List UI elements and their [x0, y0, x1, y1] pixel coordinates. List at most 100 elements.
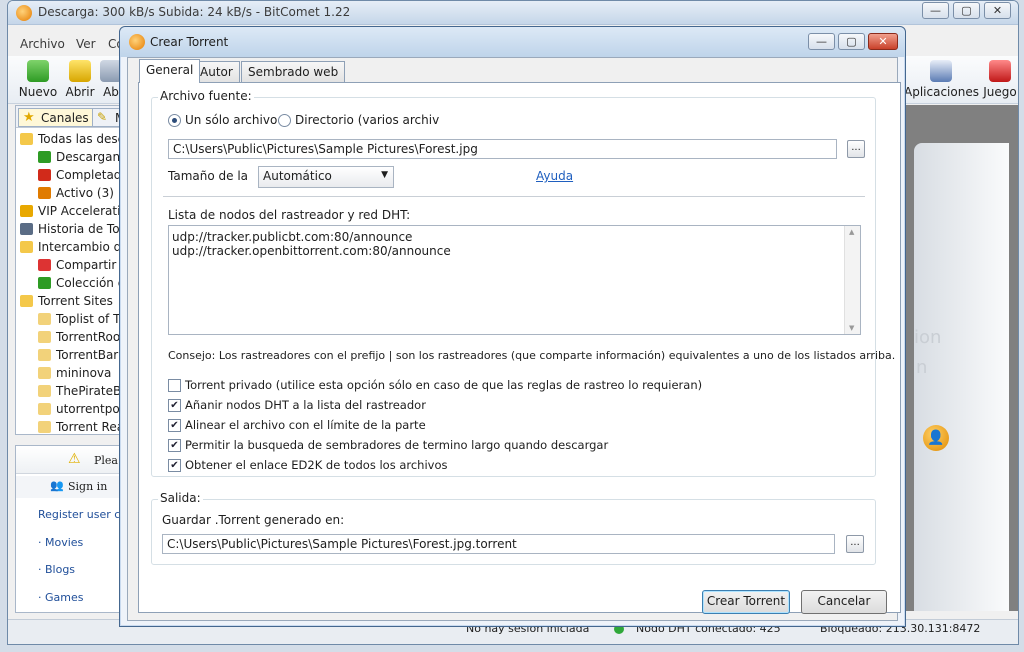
- site-icon: [38, 403, 51, 415]
- sidebar-tree-item[interactable]: mininova: [16, 364, 126, 382]
- register-link[interactable]: Register user ca: [38, 508, 126, 521]
- sidebar-tree-item-label: Colección d: [56, 276, 126, 290]
- dialog-close-button[interactable]: ✕: [868, 33, 898, 50]
- radio-single-file[interactable]: [168, 114, 181, 127]
- trackers-label: Lista de nodos del rastreador y red DHT:: [168, 208, 411, 222]
- tracker-line: udp://tracker.openbittorrent.com:80/anno…: [172, 244, 451, 258]
- pencil-icon: ✎: [97, 110, 108, 124]
- folder-icon: [20, 241, 33, 253]
- output-group: [151, 499, 876, 565]
- dialog-body: General Autor Sembrado web Archivo fuent…: [127, 57, 901, 621]
- sidebar-tree-item[interactable]: VIP Acceleration: [16, 202, 127, 220]
- down-arrow-icon: [38, 151, 51, 163]
- toolbar-open-button[interactable]: Abrir: [60, 58, 100, 102]
- sidebar-tree-item-label: Descargando: [56, 150, 126, 164]
- radio-directory[interactable]: [278, 114, 291, 127]
- folder-icon: [20, 133, 33, 145]
- piece-size-value: Automático: [263, 169, 332, 183]
- toolbar-open-label: Abrir: [65, 85, 95, 99]
- signin-row[interactable]: 👥 Sign in: [16, 476, 126, 498]
- blogs-link[interactable]: · Blogs: [38, 563, 126, 576]
- sidebar-tree-item[interactable]: Torrent Reactor: [16, 418, 126, 434]
- tab-canales[interactable]: ★ Canales: [18, 108, 93, 127]
- sidebar-tree-item[interactable]: Toplist of T: [16, 310, 126, 328]
- history-icon: [20, 223, 33, 235]
- scroll-down-icon[interactable]: ▼: [849, 324, 854, 332]
- sidebar-tree-item-label: Intercambio de: [38, 240, 127, 254]
- sidebar-tree-item[interactable]: Colección d: [16, 274, 126, 292]
- tab-sembrado-web[interactable]: Sembrado web: [241, 61, 346, 82]
- main-window-title: Descarga: 300 kB/s Subida: 24 kB/s - Bit…: [38, 5, 351, 19]
- site-icon: [38, 349, 51, 361]
- checkbox-ed2k-label: Obtener el enlace ED2K de todos los arch…: [185, 458, 448, 472]
- warning-icon: ⚠: [68, 451, 81, 467]
- piece-size-select[interactable]: Automático ▼: [258, 166, 394, 188]
- sidebar-tree-item[interactable]: Compartir T: [16, 256, 126, 274]
- toolbar-apps-button[interactable]: Aplicaciones: [904, 58, 979, 102]
- menu-archivo[interactable]: Archivo: [20, 37, 65, 51]
- sidebar-tree-item[interactable]: Historia de Torrents: [16, 220, 127, 238]
- sidebar-tree-item[interactable]: Intercambio de: [16, 238, 127, 256]
- sidebar-tree-item[interactable]: Todas las descargas: [16, 130, 126, 148]
- tab-page-general: Archivo fuente: Un sólo archivo Director…: [138, 82, 901, 613]
- source-path-input[interactable]: C:\Users\Public\Pictures\Sample Pictures…: [168, 139, 837, 159]
- dialog-minimize-button[interactable]: —: [808, 33, 835, 50]
- site-icon: [38, 367, 51, 379]
- checkbox-private[interactable]: [168, 379, 181, 392]
- sidebar-tree-item-label: Historia de Torrents: [38, 222, 127, 236]
- sidebar-tree-item[interactable]: Descargando: [16, 148, 126, 166]
- movies-link[interactable]: · Movies: [38, 536, 126, 549]
- dialog-maximize-button[interactable]: ▢: [838, 33, 865, 50]
- signin-link[interactable]: Sign in: [68, 480, 107, 493]
- checkbox-dht-nodes[interactable]: ✔: [168, 399, 181, 412]
- sidebar-tree-item[interactable]: Completado: [16, 166, 127, 184]
- checkbox-dht-nodes-label: Añanir nodos DHT a la lista del rastread…: [185, 398, 426, 412]
- user-avatar-icon[interactable]: 👤: [923, 425, 949, 451]
- scroll-up-icon[interactable]: ▲: [849, 228, 854, 236]
- games-link[interactable]: · Games: [38, 591, 126, 604]
- right-panel-card: ion n 👤: [914, 143, 1009, 611]
- sidebar-tree-item[interactable]: ThePirateBay: [16, 382, 126, 400]
- sidebar: ★ Canales ✎ M Todas las descargas Descarg…: [15, 105, 127, 435]
- toolbar-games-button[interactable]: Juego: [980, 58, 1018, 102]
- toolbar-apps-label: Aplicaciones: [904, 85, 979, 99]
- sidebar-tree-item[interactable]: utorrentportal: [16, 400, 126, 418]
- sidebar-tree-item[interactable]: Torrent Sites: [16, 292, 126, 310]
- textarea-scrollbar[interactable]: ▲ ▼: [844, 226, 860, 334]
- output-browse-button[interactable]: ...: [846, 535, 864, 553]
- source-browse-button[interactable]: ...: [847, 140, 865, 158]
- sidebar-tree-item[interactable]: Activo (3): [16, 184, 126, 202]
- cancel-button[interactable]: Cancelar: [801, 590, 887, 614]
- sidebar-tree-item-label: mininova: [56, 366, 112, 380]
- site-icon: [38, 385, 51, 397]
- sidebar-tree-item[interactable]: TorrentBar: [16, 346, 126, 364]
- maximize-button[interactable]: ▢: [953, 2, 980, 19]
- create-torrent-button[interactable]: Crear Torrent: [702, 590, 790, 614]
- right-panel: ion n 👤: [905, 105, 1018, 611]
- help-link[interactable]: Ayuda: [536, 169, 573, 183]
- toolbar-new-button[interactable]: Nuevo: [16, 58, 60, 102]
- radio-directory-label: Directorio (varios archiv: [295, 113, 440, 127]
- sidebar-tree-item[interactable]: TorrentRoom: [16, 328, 127, 346]
- tab-general[interactable]: General: [139, 59, 201, 83]
- toolbar-new-label: Nuevo: [18, 85, 58, 99]
- checkbox-long-term[interactable]: ✔: [168, 439, 181, 452]
- close-button[interactable]: ✕: [984, 2, 1011, 19]
- trackers-textarea[interactable]: udp://tracker.publicbt.com:80/announce u…: [168, 225, 861, 335]
- sidebar-tree-item-label: TorrentRoom: [56, 330, 127, 344]
- dialog-title: Crear Torrent: [150, 35, 229, 49]
- checkbox-align[interactable]: ✔: [168, 419, 181, 432]
- checkbox-ed2k[interactable]: ✔: [168, 459, 181, 472]
- folder-icon: [20, 295, 33, 307]
- site-icon: [38, 421, 51, 433]
- output-path-input[interactable]: C:\Users\Public\Pictures\Sample Pictures…: [162, 534, 835, 554]
- minimize-button[interactable]: —: [922, 2, 949, 19]
- menu-ver[interactable]: Ver: [76, 37, 96, 51]
- users-icon: 👥: [50, 479, 64, 492]
- ad-panel: ⚠ Plea 👥 Sign in Register user ca · Movi…: [15, 445, 127, 613]
- sidebar-tree-item-label: Torrent Reactor: [56, 420, 126, 434]
- sidebar-tree-item-label: VIP Acceleration: [38, 204, 127, 218]
- sidebar-tree-item-label: Completado: [56, 168, 127, 182]
- checkbox-private-label: Torrent privado (utilice esta opción sól…: [185, 378, 703, 392]
- sidebar-tree-item-label: Torrent Sites: [38, 294, 113, 308]
